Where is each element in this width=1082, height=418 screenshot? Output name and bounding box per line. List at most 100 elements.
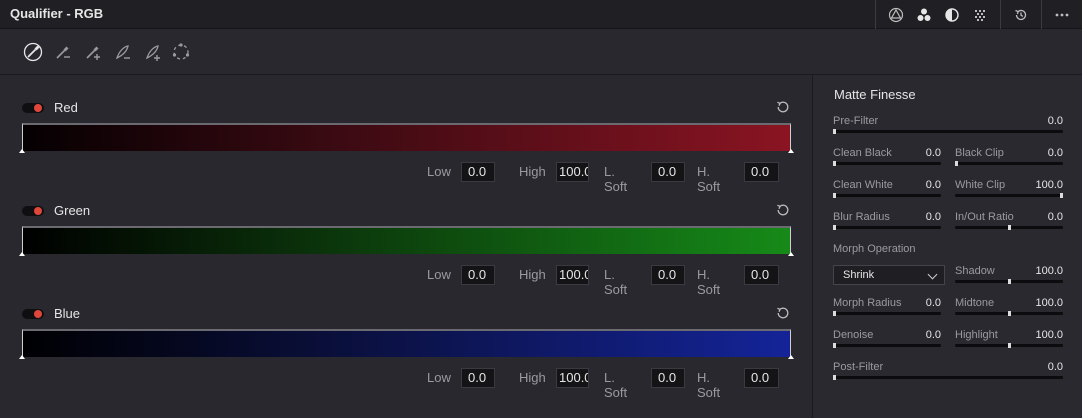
param-value[interactable]: 0.0 xyxy=(926,329,941,341)
param-value[interactable]: 100.0 xyxy=(1035,179,1063,191)
high-handle[interactable] xyxy=(788,252,794,256)
prefilter-slider[interactable]: Pre-Filter 0.0 xyxy=(833,115,1063,137)
channel-label: Green xyxy=(54,203,91,218)
more-icon[interactable] xyxy=(1048,0,1076,29)
slider-knob[interactable] xyxy=(1060,193,1063,198)
slider-track[interactable] xyxy=(955,162,1063,165)
morph-operation-label: Morph Operation xyxy=(833,243,916,255)
slider-track[interactable] xyxy=(833,344,941,347)
param-value[interactable]: 0.0 xyxy=(926,179,941,191)
morph-radius-slider[interactable]: Morph Radius 0.0 xyxy=(833,297,941,319)
slider-knob[interactable] xyxy=(833,193,836,198)
green-range-bar[interactable] xyxy=(19,226,794,256)
param-label: Highlight xyxy=(955,329,998,341)
slider-knob[interactable] xyxy=(833,375,836,380)
half-circle-icon[interactable] xyxy=(938,0,966,29)
postfilter-slider[interactable]: Post-Filter 0.0 xyxy=(833,361,1063,383)
picker-minus-icon[interactable] xyxy=(50,39,76,65)
clean-white-slider[interactable]: Clean White 0.0 xyxy=(833,179,941,201)
param-label: White Clip xyxy=(955,179,1006,191)
channel-label: Red xyxy=(54,100,78,115)
inout-ratio-slider[interactable]: In/Out Ratio 0.0 xyxy=(955,211,1063,233)
reset-icon[interactable] xyxy=(775,99,791,115)
invert-circle-icon[interactable] xyxy=(168,39,194,65)
channel-blue: Blue Low 0.0 High 100.0 L. Soft 0.0 H. S… xyxy=(0,281,812,400)
slider-track[interactable] xyxy=(833,312,941,315)
green-enable-toggle[interactable] xyxy=(22,206,44,216)
chevron-down-icon xyxy=(927,269,938,280)
param-value[interactable]: 0.0 xyxy=(926,147,941,159)
param-value[interactable]: 0.0 xyxy=(926,297,941,309)
reset-icon[interactable] xyxy=(775,202,791,218)
high-handle[interactable] xyxy=(788,149,794,153)
low-handle[interactable] xyxy=(19,149,25,153)
panel-header: Qualifier - RGB xyxy=(0,0,1082,29)
blue-range-bar[interactable] xyxy=(19,329,794,359)
header-group-history xyxy=(1000,0,1041,29)
dropdown-value: Shrink xyxy=(843,269,875,281)
slider-knob[interactable] xyxy=(833,129,836,134)
picker-plus-icon[interactable] xyxy=(80,39,106,65)
blue-enable-toggle[interactable] xyxy=(22,309,44,319)
low-label: Low xyxy=(427,370,451,385)
reset-icon[interactable] xyxy=(775,305,791,321)
param-label: Pre-Filter xyxy=(833,115,879,127)
low-handle[interactable] xyxy=(19,252,25,256)
highlight-slider[interactable]: Highlight 100.0 xyxy=(955,329,1063,351)
param-value[interactable]: 0.0 xyxy=(1048,211,1063,223)
dots-cluster-icon[interactable] xyxy=(910,0,938,29)
header-icons xyxy=(875,0,1082,29)
channel-green: Green Low 0.0 High 100.0 L. Soft 0.0 H. … xyxy=(0,178,812,297)
red-range-bar[interactable] xyxy=(19,123,794,153)
param-value[interactable]: 100.0 xyxy=(1035,265,1063,277)
slider-knob[interactable] xyxy=(833,225,836,230)
slider-knob[interactable] xyxy=(1008,343,1011,348)
slider-knob[interactable] xyxy=(1008,311,1011,316)
black-clip-slider[interactable]: Black Clip 0.0 xyxy=(955,147,1063,169)
lsoft-label: L. Soft xyxy=(604,370,628,400)
slider-knob[interactable] xyxy=(1008,225,1011,230)
param-value[interactable]: 100.0 xyxy=(1035,329,1063,341)
clean-black-slider[interactable]: Clean Black 0.0 xyxy=(833,147,941,169)
high-label: High xyxy=(519,370,546,385)
midtone-slider[interactable]: Midtone 100.0 xyxy=(955,297,1063,319)
high-handle[interactable] xyxy=(788,355,794,359)
param-label: Clean White xyxy=(833,179,893,191)
low-field[interactable]: 0.0 xyxy=(461,368,495,388)
slider-track[interactable] xyxy=(833,130,1063,133)
slider-track[interactable] xyxy=(833,162,941,165)
history-icon[interactable] xyxy=(1007,0,1035,29)
morph-operation-dropdown[interactable]: Shrink xyxy=(833,265,945,285)
high-field[interactable]: 100.0 xyxy=(556,368,589,388)
param-value[interactable]: 0.0 xyxy=(1048,115,1063,127)
shadow-slider[interactable]: Shadow 100.0 xyxy=(955,265,1063,287)
slider-knob[interactable] xyxy=(955,161,958,166)
slider-knob[interactable] xyxy=(833,343,836,348)
lsoft-field[interactable]: 0.0 xyxy=(651,368,685,388)
qualifier-toolbar xyxy=(0,29,1082,75)
param-label: Shadow xyxy=(955,265,995,277)
slider-track[interactable] xyxy=(833,226,941,229)
param-value[interactable]: 100.0 xyxy=(1035,297,1063,309)
hsoft-field[interactable]: 0.0 xyxy=(744,368,779,388)
low-handle[interactable] xyxy=(19,355,25,359)
slider-knob[interactable] xyxy=(833,161,836,166)
feather-minus-icon[interactable] xyxy=(110,39,136,65)
triangle-palette-icon[interactable] xyxy=(882,0,910,29)
slider-knob[interactable] xyxy=(833,311,836,316)
slider-track[interactable] xyxy=(833,194,941,197)
picker-icon[interactable] xyxy=(20,39,46,65)
slider-knob[interactable] xyxy=(1008,279,1011,284)
red-enable-toggle[interactable] xyxy=(22,103,44,113)
blur-radius-slider[interactable]: Blur Radius 0.0 xyxy=(833,211,941,233)
high-label: High xyxy=(519,267,546,282)
slider-track[interactable] xyxy=(833,376,1063,379)
slider-track[interactable] xyxy=(955,194,1063,197)
param-value[interactable]: 0.0 xyxy=(1048,361,1063,373)
param-value[interactable]: 0.0 xyxy=(926,211,941,223)
param-value[interactable]: 0.0 xyxy=(1048,147,1063,159)
feather-plus-icon[interactable] xyxy=(140,39,166,65)
denoise-slider[interactable]: Denoise 0.0 xyxy=(833,329,941,351)
grid-mask-icon[interactable] xyxy=(966,0,994,29)
white-clip-slider[interactable]: White Clip 100.0 xyxy=(955,179,1063,201)
